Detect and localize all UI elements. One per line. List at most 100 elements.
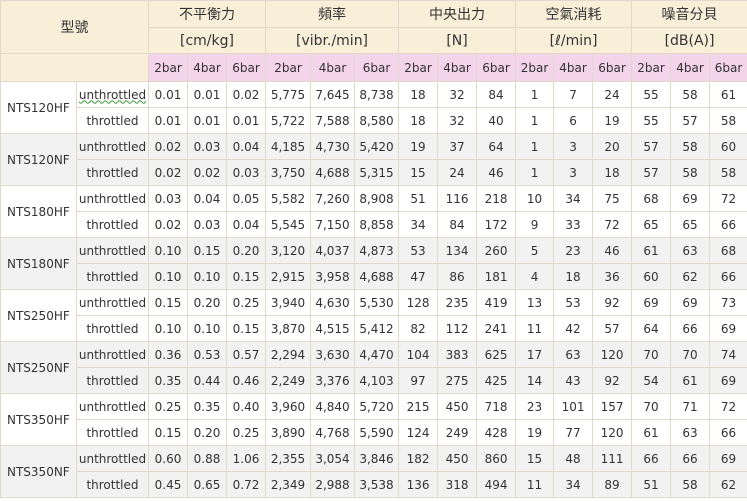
value-cell: 10 bbox=[515, 185, 555, 212]
table-row: throttled 0.10 0.10 0.15 2,915 3,958 4,688 47 86… bbox=[1, 263, 747, 290]
value-cell: 4,873 bbox=[353, 237, 400, 264]
value-cell: 11 bbox=[515, 471, 555, 498]
table-row: NTS180HF unthrottled 0.03 0.04 0.05 5,582 7,26… bbox=[0, 185, 747, 238]
value-cell: 3,960 bbox=[265, 393, 311, 420]
value-cell: 1 bbox=[515, 133, 555, 160]
pressure-header: 6bar bbox=[226, 53, 266, 82]
pressure-header: 4bar bbox=[670, 53, 711, 82]
value-cell: 53 bbox=[398, 237, 439, 264]
value-cell: 4,515 bbox=[310, 315, 355, 342]
value-cell: 0.01 bbox=[148, 107, 188, 134]
value-cell: 249 bbox=[437, 419, 478, 446]
value-cell: 7,588 bbox=[310, 107, 355, 134]
value-cell: 32 bbox=[437, 107, 478, 134]
value-cell: 0.15 bbox=[226, 263, 266, 290]
value-cell: 494 bbox=[476, 471, 517, 498]
value-cell: 92 bbox=[592, 367, 633, 394]
value-cell: 2,294 bbox=[265, 341, 311, 368]
value-cell: 5,775 bbox=[265, 81, 311, 108]
value-cell: 112 bbox=[437, 315, 478, 342]
value-cell: 7,150 bbox=[310, 211, 355, 238]
model-cell: NTS350NF bbox=[0, 445, 77, 498]
value-cell: 66 bbox=[631, 445, 672, 472]
value-cell: 0.60 bbox=[148, 445, 188, 472]
table-body: NTS120HF unthrottled 0.01 0.01 0.02 5,775 7,64… bbox=[0, 81, 747, 498]
mode-cell: unthrottled bbox=[76, 289, 149, 316]
value-cell: 0.02 bbox=[226, 81, 266, 108]
value-cell: 5,722 bbox=[265, 107, 311, 134]
value-cell: 218 bbox=[476, 185, 517, 212]
mode-cell: unthrottled bbox=[76, 185, 149, 212]
table-row: NTS350HF unthrottled 0.25 0.35 0.40 3,960 4,84… bbox=[0, 393, 747, 446]
value-cell: 4,185 bbox=[265, 133, 311, 160]
model-header-spacer bbox=[0, 53, 149, 82]
model-cell: NTS180NF bbox=[0, 237, 77, 290]
value-cell: 182 bbox=[398, 445, 439, 472]
value-cell: 0.02 bbox=[148, 133, 188, 160]
value-cell: 275 bbox=[437, 367, 478, 394]
value-cell: 17 bbox=[515, 341, 555, 368]
value-cell: 61 bbox=[670, 367, 711, 394]
value-cell: 0.04 bbox=[226, 211, 266, 238]
value-cell: 97 bbox=[398, 367, 439, 394]
value-cell: 60 bbox=[631, 263, 672, 290]
value-cell: 64 bbox=[476, 133, 517, 160]
value-cell: 11 bbox=[515, 315, 555, 342]
value-cell: 19 bbox=[515, 419, 555, 446]
value-cell: 0.04 bbox=[226, 133, 266, 160]
value-cell: 58 bbox=[709, 159, 747, 186]
value-cell: 0.15 bbox=[148, 419, 188, 446]
value-cell: 0.05 bbox=[226, 185, 266, 212]
value-cell: 7,645 bbox=[310, 81, 355, 108]
pressure-header: 4bar bbox=[437, 53, 478, 82]
pressure-header: 6bar bbox=[592, 53, 633, 82]
value-cell: 318 bbox=[437, 471, 478, 498]
value-cell: 4,768 bbox=[310, 419, 355, 446]
value-cell: 4,103 bbox=[353, 367, 400, 394]
value-cell: 86 bbox=[437, 263, 478, 290]
value-cell: 62 bbox=[670, 263, 711, 290]
value-cell: 181 bbox=[476, 263, 517, 290]
model-header: 型號 bbox=[0, 0, 149, 54]
value-cell: 101 bbox=[553, 393, 594, 420]
value-cell: 70 bbox=[631, 393, 672, 420]
value-cell: 120 bbox=[592, 341, 633, 368]
value-cell: 0.10 bbox=[148, 263, 188, 290]
pressure-header: 2bar bbox=[398, 53, 439, 82]
value-cell: 1 bbox=[515, 159, 555, 186]
table-row: throttled 0.10 0.10 0.15 3,870 4,515 5,412 82 11… bbox=[1, 315, 747, 342]
value-cell: 75 bbox=[592, 185, 633, 212]
value-cell: 46 bbox=[592, 237, 633, 264]
table-row: throttled 0.15 0.20 0.25 3,890 4,768 5,590 124 2… bbox=[1, 419, 747, 446]
value-cell: 18 bbox=[592, 159, 633, 186]
value-cell: 65 bbox=[631, 211, 672, 238]
model-cell: NTS120NF bbox=[0, 133, 77, 186]
group-title-force: 中央出力 bbox=[398, 0, 517, 28]
group-title-air: 空氣消耗 bbox=[515, 0, 633, 28]
value-cell: 33 bbox=[553, 211, 594, 238]
value-cell: 0.15 bbox=[148, 289, 188, 316]
value-cell: 34 bbox=[553, 185, 594, 212]
value-cell: 718 bbox=[476, 393, 517, 420]
value-cell: 0.57 bbox=[226, 341, 266, 368]
value-cell: 57 bbox=[631, 159, 672, 186]
table-row: throttled 0.02 0.02 0.03 3,750 4,688 5,315 15 24… bbox=[1, 159, 747, 186]
value-cell: 120 bbox=[592, 419, 633, 446]
value-cell: 5,590 bbox=[353, 419, 400, 446]
mode-cell: unthrottled bbox=[76, 445, 149, 472]
value-cell: 69 bbox=[670, 185, 711, 212]
value-cell: 1 bbox=[515, 81, 555, 108]
value-cell: 84 bbox=[437, 211, 478, 238]
mode-cell: throttled bbox=[76, 159, 149, 186]
value-cell: 2,355 bbox=[265, 445, 311, 472]
value-cell: 0.35 bbox=[187, 393, 227, 420]
value-cell: 61 bbox=[709, 81, 747, 108]
value-cell: 3,940 bbox=[265, 289, 311, 316]
value-cell: 8,908 bbox=[353, 185, 400, 212]
model-cell: NTS250NF bbox=[0, 341, 77, 394]
value-cell: 62 bbox=[709, 471, 747, 498]
value-cell: 5 bbox=[515, 237, 555, 264]
table-row: NTS350NF unthrottled 0.60 0.88 1.06 2,355 3,05… bbox=[0, 445, 747, 498]
value-cell: 2,349 bbox=[265, 471, 311, 498]
value-cell: 0.46 bbox=[226, 367, 266, 394]
